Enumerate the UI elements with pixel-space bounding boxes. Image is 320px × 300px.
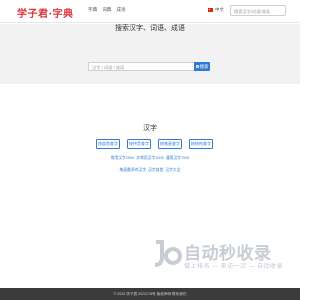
chars-section-title: 汉字 [143,125,157,132]
hero-banner [0,24,300,84]
site-header: 学子君·字典 字典 词典 成语 中文 搜索汉字/词语/成语 [0,0,300,23]
header-search-input[interactable]: 搜索汉字/词语/成语 [230,5,286,16]
language-selector[interactable]: 中文 [208,7,224,13]
hero-title: 搜索汉字、词语、成语 [115,25,185,32]
watermark-tagline: 做上排名 — 来访一次 — 自动收录 [184,263,283,270]
link-secondary-1000[interactable]: 次常用汉字1000 [136,156,163,160]
hero-search-form: 汉字 / 词语 / 成语 搜索 [88,62,210,71]
lookup-by-pinyin-button[interactable]: 按拼音查字 [127,139,151,149]
hero-search-input[interactable]: 汉字 / 词语 / 成语 [88,62,194,71]
lookup-by-strokes-button[interactable]: 按笔画查字 [158,139,182,149]
lookup-button-row: 按部首查字 按拼音查字 按笔画查字 按结构查字 [96,139,213,149]
link-general-7000[interactable]: 通用汉字7000 [166,156,190,160]
char-links-row-1: 常用汉字2500 次常用汉字1000 通用汉字7000 [0,156,300,161]
hero-search-button-label: 搜索 [199,63,209,69]
language-label: 中文 [215,7,224,12]
nav-item-idioms[interactable]: 成语 [116,7,125,13]
nav-item-dictionary[interactable]: 字典 [88,7,97,13]
hero-search-button[interactable]: 搜索 [194,62,210,71]
china-flag-icon [208,8,213,12]
link-common-2500[interactable]: 常用汉字2500 [111,156,135,160]
link-radicals[interactable]: 汉字部首 [148,168,163,172]
footer-copyright: © 2025 学子君 2022178号 版权声明 联系我们 [113,291,187,296]
link-most-strokes[interactable]: 笔画最多的汉字 [119,168,146,172]
link-all-chars[interactable]: 汉字大全 [165,168,180,172]
search-icon [195,65,199,68]
site-logo[interactable]: 学子君·字典 [17,5,73,20]
site-footer: © 2025 学子君 2022178号 版权声明 联系我们 [0,288,300,300]
watermark: 自动秒收录 做上排名 — 来访一次 — 自动收录 [152,237,283,279]
nav-item-words[interactable]: 词典 [102,7,111,13]
lookup-by-structure-button[interactable]: 按结构查字 [189,139,213,149]
lookup-by-radical-button[interactable]: 按部首查字 [96,139,120,149]
main-nav: 字典 词典 成语 [88,7,126,13]
watermark-logo-icon [154,240,182,267]
char-links-row-2: 笔画最多的汉字 汉字部首 汉字大全 [0,168,300,173]
